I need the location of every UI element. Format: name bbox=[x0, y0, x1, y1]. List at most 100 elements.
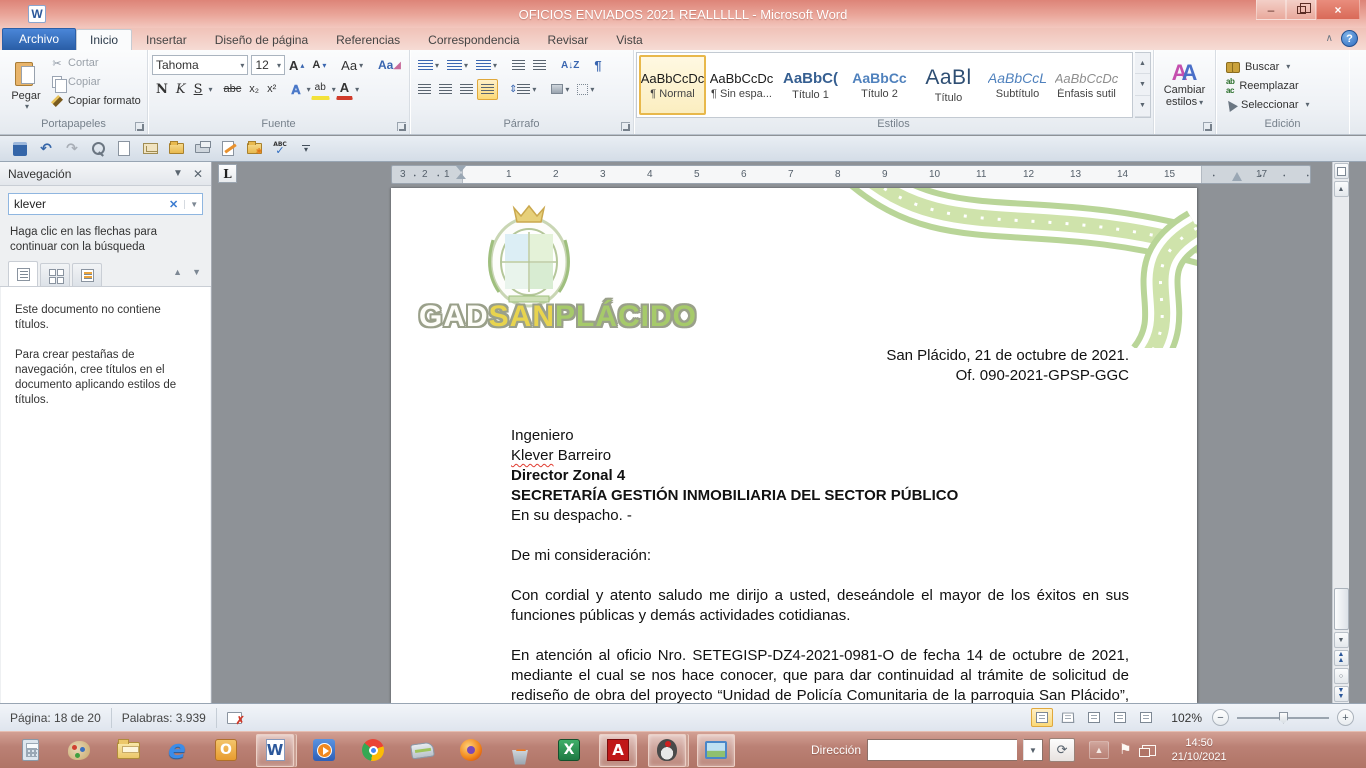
full-screen-reading-button[interactable] bbox=[1057, 708, 1079, 727]
select-button[interactable]: Seleccionar▾ bbox=[1226, 99, 1345, 111]
copy-button[interactable]: Copiar bbox=[48, 74, 143, 90]
minimize-button[interactable]: – bbox=[1256, 0, 1286, 20]
save-button[interactable] bbox=[8, 138, 32, 160]
decrease-indent-button[interactable] bbox=[508, 55, 529, 76]
nav-tab-results[interactable] bbox=[72, 263, 102, 286]
zoom-level[interactable]: 102% bbox=[1171, 711, 1202, 725]
taskbar-internet-explorer-button[interactable]: e bbox=[158, 734, 196, 767]
italic-button[interactable]: K bbox=[172, 79, 190, 100]
multilevel-list-button[interactable]: ▾ bbox=[472, 55, 501, 76]
open-button[interactable] bbox=[164, 138, 188, 160]
navigation-options-icon[interactable]: ▼ bbox=[173, 168, 183, 179]
address-refresh-icon[interactable]: ⟳ bbox=[1049, 738, 1075, 762]
network-icon[interactable] bbox=[1142, 745, 1156, 756]
align-center-button[interactable] bbox=[435, 79, 456, 100]
shading-button[interactable]: ▾ bbox=[547, 79, 573, 100]
font-family-select[interactable]: Tahoma▾ bbox=[152, 55, 248, 75]
ruler-toggle-button[interactable] bbox=[1334, 163, 1349, 179]
print-layout-view-button[interactable] bbox=[1031, 708, 1053, 727]
sort-button[interactable]: A↓Z bbox=[557, 55, 583, 76]
print-button[interactable] bbox=[190, 138, 214, 160]
left-indent-marker[interactable] bbox=[456, 166, 466, 179]
strikethrough-button[interactable]: abc bbox=[220, 79, 246, 100]
show-marks-button[interactable]: ¶ bbox=[590, 55, 605, 76]
restore-button[interactable] bbox=[1286, 0, 1316, 20]
paragraph-dialog-launcher-icon[interactable] bbox=[621, 122, 630, 131]
page-indicator[interactable]: Página: 18 de 20 bbox=[0, 708, 112, 728]
style-item-subtítulo[interactable]: AaBbCcLSubtítulo bbox=[984, 55, 1051, 115]
next-page-button[interactable]: ▼▼ bbox=[1334, 686, 1349, 702]
ruler[interactable]: 32112345678910111213141517 bbox=[391, 165, 1311, 184]
style-item-título[interactable]: AaBlTítulo bbox=[915, 55, 982, 115]
document-page[interactable]: GADSANPLÁCIDO San Plácido, 21 de octubre… bbox=[391, 188, 1197, 703]
highlight-button[interactable]: ab bbox=[311, 79, 330, 100]
clipboard-dialog-launcher-icon[interactable] bbox=[135, 122, 144, 131]
font-dialog-launcher-icon[interactable] bbox=[397, 122, 406, 131]
align-right-button[interactable] bbox=[456, 79, 477, 100]
clear-search-icon[interactable]: ✕ bbox=[169, 198, 178, 211]
taskbar-chrome-button[interactable] bbox=[354, 734, 392, 767]
taskbar-media-player-button[interactable] bbox=[305, 734, 343, 767]
style-item-normal[interactable]: AaBbCcDc¶ Normal bbox=[639, 55, 706, 115]
font-color-button[interactable]: A bbox=[336, 79, 353, 100]
replace-button[interactable]: abacReemplazar bbox=[1226, 77, 1345, 95]
zoom-slider-thumb[interactable] bbox=[1279, 712, 1288, 724]
draft-view-button[interactable] bbox=[1135, 708, 1157, 727]
more-button[interactable]: ▾ bbox=[294, 138, 318, 160]
cut-button[interactable]: ✂Cortar bbox=[48, 55, 143, 71]
gallery-up-icon[interactable]: ▲ bbox=[1135, 53, 1150, 74]
tab-vista[interactable]: Vista bbox=[602, 29, 656, 50]
tab-diseno-de-pagina[interactable]: Diseño de página bbox=[201, 29, 322, 50]
gallery-expand-icon[interactable]: ▼ bbox=[1135, 96, 1150, 117]
close-button[interactable]: × bbox=[1316, 0, 1360, 20]
paste-button[interactable]: Pegar ▾ bbox=[4, 53, 48, 118]
tab-archivo[interactable]: Archivo bbox=[2, 28, 76, 50]
navigation-close-icon[interactable]: ✕ bbox=[193, 167, 203, 181]
subscript-button[interactable]: x₂ bbox=[245, 79, 263, 100]
folder-special-button[interactable] bbox=[242, 138, 266, 160]
tab-revisar[interactable]: Revisar bbox=[534, 29, 603, 50]
scroll-up-icon[interactable]: ▲ bbox=[1334, 181, 1349, 197]
style-item-título-2[interactable]: AaBbCcTítulo 2 bbox=[846, 55, 913, 115]
tab-referencias[interactable]: Referencias bbox=[322, 29, 414, 50]
previous-page-button[interactable]: ▲▲ bbox=[1334, 650, 1349, 666]
select-browse-object-button[interactable]: ○ bbox=[1334, 668, 1349, 684]
taskbar-java-button[interactable] bbox=[648, 734, 686, 767]
increase-indent-button[interactable] bbox=[529, 55, 550, 76]
shrink-font-button[interactable]: A▾ bbox=[308, 55, 330, 76]
redo-button[interactable]: ↷ bbox=[60, 138, 84, 160]
scrollbar-thumb[interactable] bbox=[1334, 588, 1349, 630]
taskbar-scanner-button[interactable] bbox=[403, 734, 441, 767]
taskbar-file-explorer-button[interactable] bbox=[109, 734, 147, 767]
nav-tab-headings[interactable] bbox=[8, 261, 38, 286]
clear-formatting-button[interactable]: Aa◢ bbox=[374, 55, 405, 76]
web-layout-button[interactable] bbox=[1083, 708, 1105, 727]
attach-button[interactable] bbox=[138, 138, 162, 160]
zoom-slider[interactable] bbox=[1237, 717, 1329, 719]
previous-result-icon[interactable]: ▲ bbox=[173, 267, 182, 277]
help-icon[interactable]: ? bbox=[1341, 30, 1358, 47]
style-item-título-1[interactable]: AaBbC(Título 1 bbox=[777, 55, 844, 115]
bold-button[interactable]: N bbox=[152, 79, 172, 100]
scroll-down-icon[interactable]: ▼ bbox=[1334, 632, 1349, 648]
align-left-button[interactable] bbox=[414, 79, 435, 100]
undo-button[interactable]: ↶ bbox=[34, 138, 58, 160]
print-preview-button[interactable] bbox=[86, 138, 110, 160]
borders-button[interactable]: ▾ bbox=[573, 79, 598, 100]
zoom-out-button[interactable]: − bbox=[1212, 709, 1229, 726]
styles-dialog-launcher-icon[interactable] bbox=[1203, 122, 1212, 131]
taskbar-firefox-button[interactable] bbox=[452, 734, 490, 767]
tab-correspondencia[interactable]: Correspondencia bbox=[414, 29, 533, 50]
style-item-sin-espa[interactable]: AaBbCcDc¶ Sin espa... bbox=[708, 55, 775, 115]
letter-body[interactable]: San Plácido, 21 de octubre de 2021. Of. … bbox=[391, 188, 1197, 703]
nav-tab-pages[interactable] bbox=[40, 263, 70, 286]
show-hidden-icons-button[interactable]: ▲ bbox=[1089, 741, 1109, 759]
spelling-status[interactable] bbox=[217, 708, 252, 728]
taskbar-word-button[interactable]: W bbox=[256, 734, 294, 767]
taskbar-autocad-button[interactable]: A bbox=[599, 734, 637, 767]
navigation-search-box[interactable]: ✕ ▼ bbox=[8, 193, 203, 215]
style-item-énfasis-sutil[interactable]: AaBbCcDcÉnfasis sutil bbox=[1053, 55, 1120, 115]
underline-dropdown-icon[interactable]: ▾ bbox=[209, 85, 213, 94]
tab-inicio[interactable]: Inicio bbox=[76, 29, 132, 50]
taskbar-calculator-button[interactable] bbox=[11, 734, 49, 767]
